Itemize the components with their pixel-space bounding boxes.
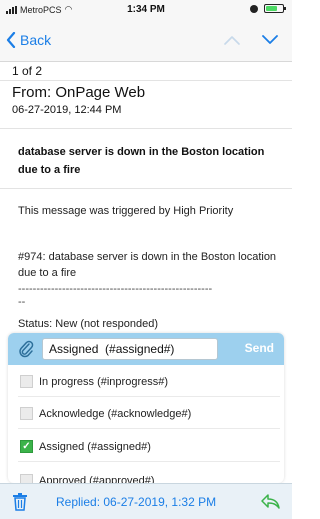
option-label: Assigned (#assigned#) (39, 440, 151, 453)
option-label: Acknowledge (#acknowledge#) (39, 407, 192, 420)
option-label: Approved (#approved#) (39, 474, 155, 484)
message-navigation (224, 32, 278, 50)
message-counter: 1 of 2 (12, 64, 43, 78)
trash-icon[interactable] (12, 492, 28, 516)
divider (0, 188, 292, 189)
back-label: Back (20, 32, 52, 48)
option-assigned[interactable]: ✓ Assigned (#assigned#) (8, 433, 284, 460)
message-details: #974: database server is down in the Bos… (18, 251, 277, 279)
back-button[interactable]: Back (6, 32, 51, 48)
message-separator: ----------------------------------------… (18, 283, 213, 295)
reply-input[interactable] (42, 338, 218, 360)
navigation-bar: Back (0, 20, 292, 62)
send-button[interactable]: Send (245, 341, 274, 355)
alarm-icon (250, 4, 258, 13)
message-status: Status: New (not responded) (18, 318, 159, 330)
reply-header: Send (8, 333, 284, 365)
option-divider (18, 461, 280, 462)
divider (0, 80, 292, 81)
bottom-toolbar: Replied: 06-27-2019, 1:32 PM (0, 483, 292, 519)
checkbox[interactable] (20, 375, 33, 388)
status-time: 1:34 PM (127, 4, 165, 15)
option-label: In progress (#inprogress#) (39, 375, 169, 388)
back-chevron-icon (6, 32, 16, 48)
checkbox-checked-icon[interactable]: ✓ (20, 440, 33, 453)
reply-icon[interactable] (260, 493, 280, 514)
status-bar: MetroPCS ◠ 1:34 PM (0, 0, 292, 20)
message-date: 06-27-2019, 12:44 PM (12, 104, 122, 116)
checkbox[interactable] (20, 407, 33, 420)
option-approved[interactable]: Approved (#approved#) (8, 467, 284, 483)
battery-icon (264, 4, 286, 13)
message-sender: From: OnPage Web (12, 84, 146, 101)
replied-status: Replied: 06-27-2019, 1:32 PM (56, 495, 217, 509)
chevron-down-icon[interactable] (262, 32, 278, 50)
option-divider (18, 428, 280, 429)
chevron-up-icon[interactable] (224, 32, 240, 50)
reply-panel: Send In progress (#inprogress#) Acknowle… (8, 333, 284, 483)
divider (0, 128, 292, 129)
option-acknowledge[interactable]: Acknowledge (#acknowledge#) (8, 400, 284, 427)
option-divider (18, 396, 280, 397)
paperclip-icon[interactable] (18, 340, 34, 363)
message-subject: database server is down in the Boston lo… (18, 146, 265, 176)
option-inprogress[interactable]: In progress (#inprogress#) (8, 368, 284, 395)
status-right (250, 4, 286, 13)
message-separator-end: -- (18, 296, 26, 308)
checkbox[interactable] (20, 474, 33, 483)
message-trigger: This message was triggered by High Prior… (18, 205, 234, 217)
